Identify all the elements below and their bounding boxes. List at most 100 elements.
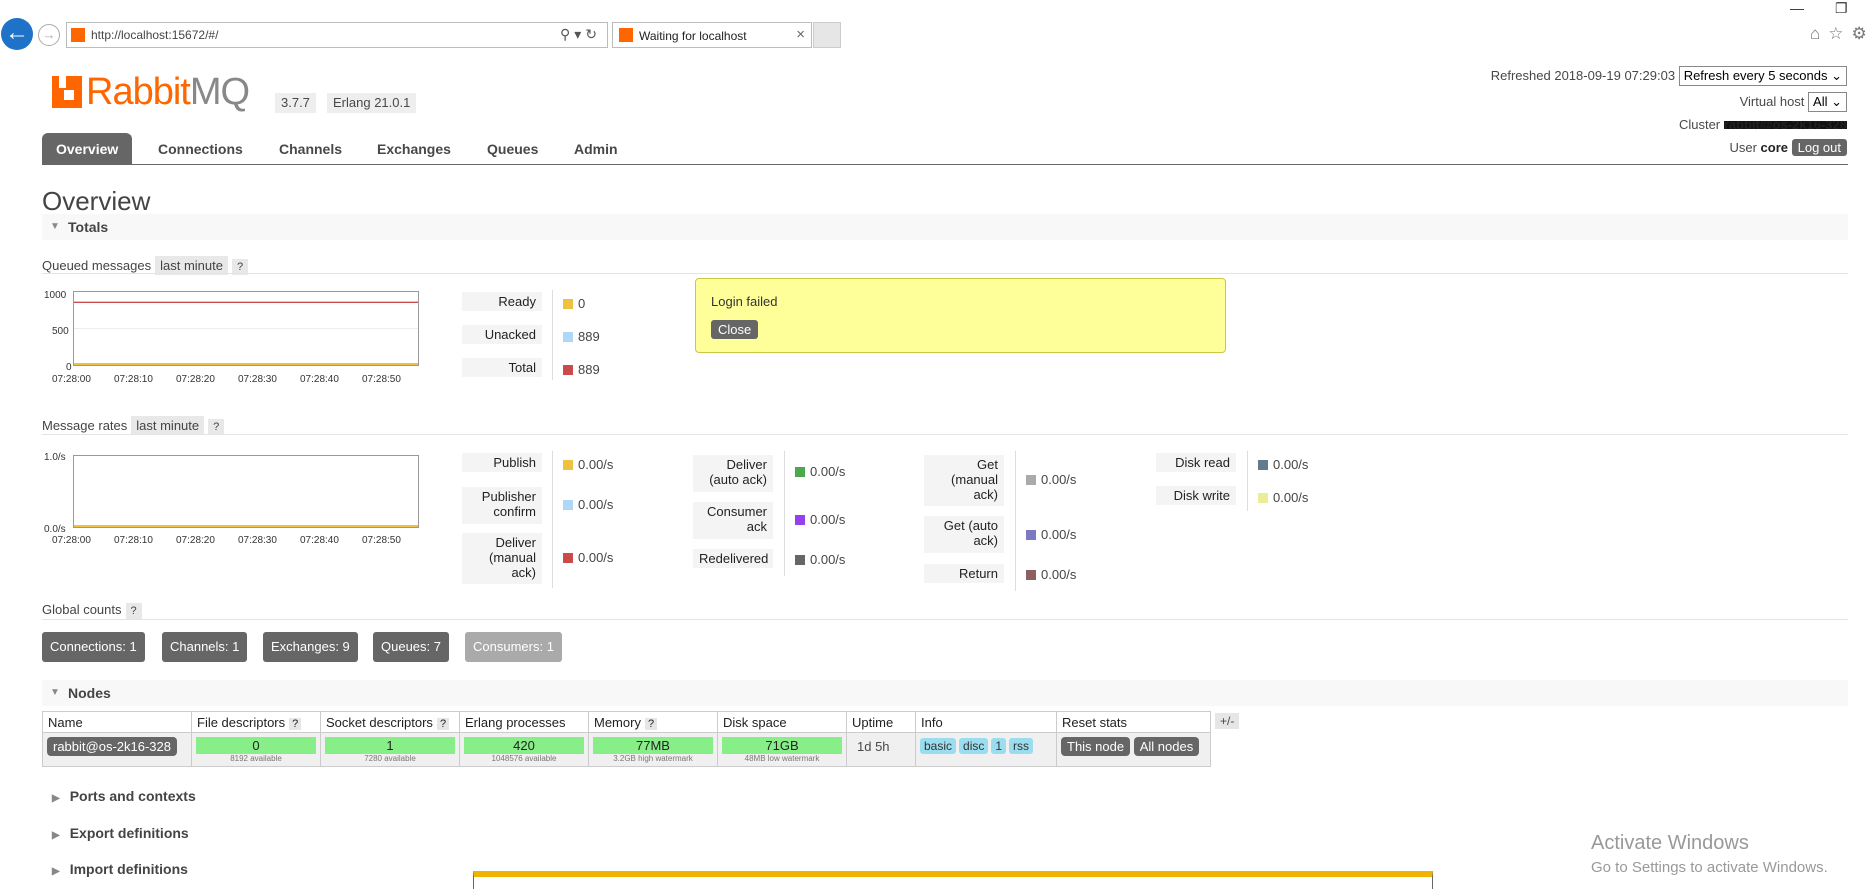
vhost-select[interactable]: All ⌄ <box>1808 92 1847 112</box>
info-badge: rss <box>1009 738 1034 754</box>
back-arrow-icon[interactable]: ← <box>1 18 33 50</box>
tab-favicon-icon <box>619 28 633 42</box>
bottom-panel <box>473 871 1433 889</box>
legend-value: 0.00/s <box>578 550 614 565</box>
forward-arrow-icon[interactable]: → <box>38 24 60 46</box>
ep-bar: 420 <box>464 737 584 754</box>
legend-label: Get (auto ack) <box>924 516 1004 553</box>
refresh-select[interactable]: Refresh every 5 seconds ⌄ <box>1678 66 1847 86</box>
nodes-section-header[interactable]: ▼ Nodes <box>42 680 1848 706</box>
legend-swatch <box>563 365 573 375</box>
legend-divider <box>1015 451 1016 591</box>
global-counts-header: Global counts? <box>42 602 142 619</box>
y-tick: 0.0/s <box>44 524 66 535</box>
minimize-icon[interactable]: — <box>1790 0 1804 16</box>
disk-cell: 71GB 48MB low watermark <box>717 732 847 767</box>
legend-label: Publish <box>462 453 542 472</box>
x-tick: 07:28:30 <box>238 374 277 385</box>
activate-windows-watermark: Activate Windows Go to Settings to activ… <box>1591 832 1828 876</box>
legend-swatch <box>1026 530 1036 540</box>
search-refresh-icon[interactable]: ⚲▾↻ <box>560 26 601 43</box>
connections-count-button[interactable]: Connections: 1 <box>42 632 145 662</box>
legend-swatch <box>795 555 805 565</box>
mem-cell: 77MB 3.2GB high watermark <box>588 732 718 767</box>
tab-channels[interactable]: Channels <box>265 133 356 165</box>
col-header: Reset stats <box>1056 711 1211 733</box>
y-tick: 1000 <box>44 290 67 301</box>
legend-value: 0.00/s <box>1041 472 1077 487</box>
tab-queues[interactable]: Queues <box>473 133 552 165</box>
legend-swatch <box>563 460 573 470</box>
home-star-gear-icon[interactable]: ⌂☆⚙ <box>1810 24 1871 44</box>
message-rates-chart: 1.0/s 0.0/s 07:28:00 07:28:10 07:28:20 0… <box>42 452 422 552</box>
rabbitmq-logo-icon <box>52 76 82 108</box>
col-header: Socket descriptors? <box>320 711 460 733</box>
col-header: Erlang processes <box>459 711 589 733</box>
disk-bar: 71GB <box>722 737 842 754</box>
ep-cell: 420 1048576 available <box>459 732 589 767</box>
consumers-count-button[interactable]: Consumers: 1 <box>465 632 562 662</box>
help-icon[interactable]: ? <box>125 603 142 619</box>
help-icon[interactable]: ? <box>436 717 450 730</box>
legend-label-ready: Ready <box>462 292 542 311</box>
x-tick: 07:28:10 <box>114 535 153 546</box>
tab-connections[interactable]: Connections <box>144 133 257 165</box>
expand-triangle-icon: ▶ <box>52 830 60 841</box>
ready-series-line <box>74 363 418 365</box>
legend-swatch <box>1258 460 1268 470</box>
info-badge: 1 <box>991 738 1007 754</box>
legend-value-ready: 0 <box>578 296 586 311</box>
reset-this-node-button[interactable]: This node <box>1061 737 1131 756</box>
info-badge: disc <box>959 738 989 754</box>
disk-sub: 48MB low watermark <box>744 754 820 763</box>
nodes-table: Name File descriptors? Socket descriptor… <box>42 711 1211 767</box>
legend-divider <box>784 451 785 576</box>
tab-exchanges[interactable]: Exchanges <box>363 133 465 165</box>
node-name-button[interactable]: rabbit@os-2k16-328 <box>47 737 177 756</box>
fd-bar: 0 <box>196 737 316 754</box>
tab-overview[interactable]: Overview <box>42 133 133 165</box>
address-url[interactable]: http://localhost:15672/#/ <box>91 28 218 42</box>
popup-close-button[interactable]: Close <box>711 320 759 339</box>
help-icon[interactable]: ? <box>289 717 302 730</box>
exchanges-count-button[interactable]: Exchanges: 9 <box>263 632 358 662</box>
help-icon[interactable]: ? <box>208 419 225 435</box>
address-bar[interactable]: http://localhost:15672/#/ ⚲▾↻ <box>66 22 608 48</box>
totals-section-header[interactable]: ▼ Totals <box>42 214 1848 240</box>
restore-icon[interactable]: ❐ <box>1835 0 1848 17</box>
queues-count-button[interactable]: Queues: 7 <box>373 632 449 662</box>
version-badge: 3.7.7 <box>275 93 316 113</box>
browser-tab[interactable]: Waiting for localhost × <box>612 22 812 48</box>
x-tick: 07:28:50 <box>362 374 401 385</box>
legend-swatch <box>795 515 805 525</box>
ports-contexts-section[interactable]: ▶ Ports and contexts <box>52 788 196 804</box>
channels-count-button[interactable]: Channels: 1 <box>162 632 248 662</box>
legend-divider <box>552 290 553 380</box>
close-tab-icon[interactable]: × <box>796 26 805 43</box>
tab-admin[interactable]: Admin <box>560 133 632 165</box>
column-toggle-button[interactable]: +/- <box>1215 713 1240 729</box>
help-icon[interactable]: ? <box>644 717 658 730</box>
divider <box>42 619 1848 620</box>
legend-value: 0.00/s <box>1273 490 1309 505</box>
import-definitions-section[interactable]: ▶ Import definitions <box>52 861 188 877</box>
legend-value: 0.00/s <box>810 464 846 479</box>
logo-text: RabbitMQ <box>86 71 250 113</box>
tab-title: Waiting for localhost <box>639 29 747 43</box>
vhost-label: Virtual host <box>1739 94 1805 109</box>
new-tab-button[interactable] <box>813 22 841 48</box>
legend-label: Deliver (manual ack) <box>462 533 542 584</box>
cluster-value: rabbit@os-2k16-328 <box>1723 121 1847 129</box>
rates-range-pill[interactable]: last minute <box>131 416 205 435</box>
y-tick: 500 <box>52 326 69 337</box>
y-tick: 0 <box>66 362 72 373</box>
refreshed-time: Refreshed 2018-09-19 07:29:03 <box>1490 68 1676 83</box>
export-definitions-section[interactable]: ▶ Export definitions <box>52 825 189 841</box>
cluster-label: Cluster <box>1678 117 1721 132</box>
mem-bar: 77MB <box>593 737 713 754</box>
popup-message: Login failed <box>711 294 778 309</box>
reset-all-nodes-button[interactable]: All nodes <box>1133 737 1200 756</box>
legend-value-total: 889 <box>578 362 600 377</box>
legend-label-total: Total <box>462 358 542 377</box>
legend-value: 0.00/s <box>1041 527 1077 542</box>
